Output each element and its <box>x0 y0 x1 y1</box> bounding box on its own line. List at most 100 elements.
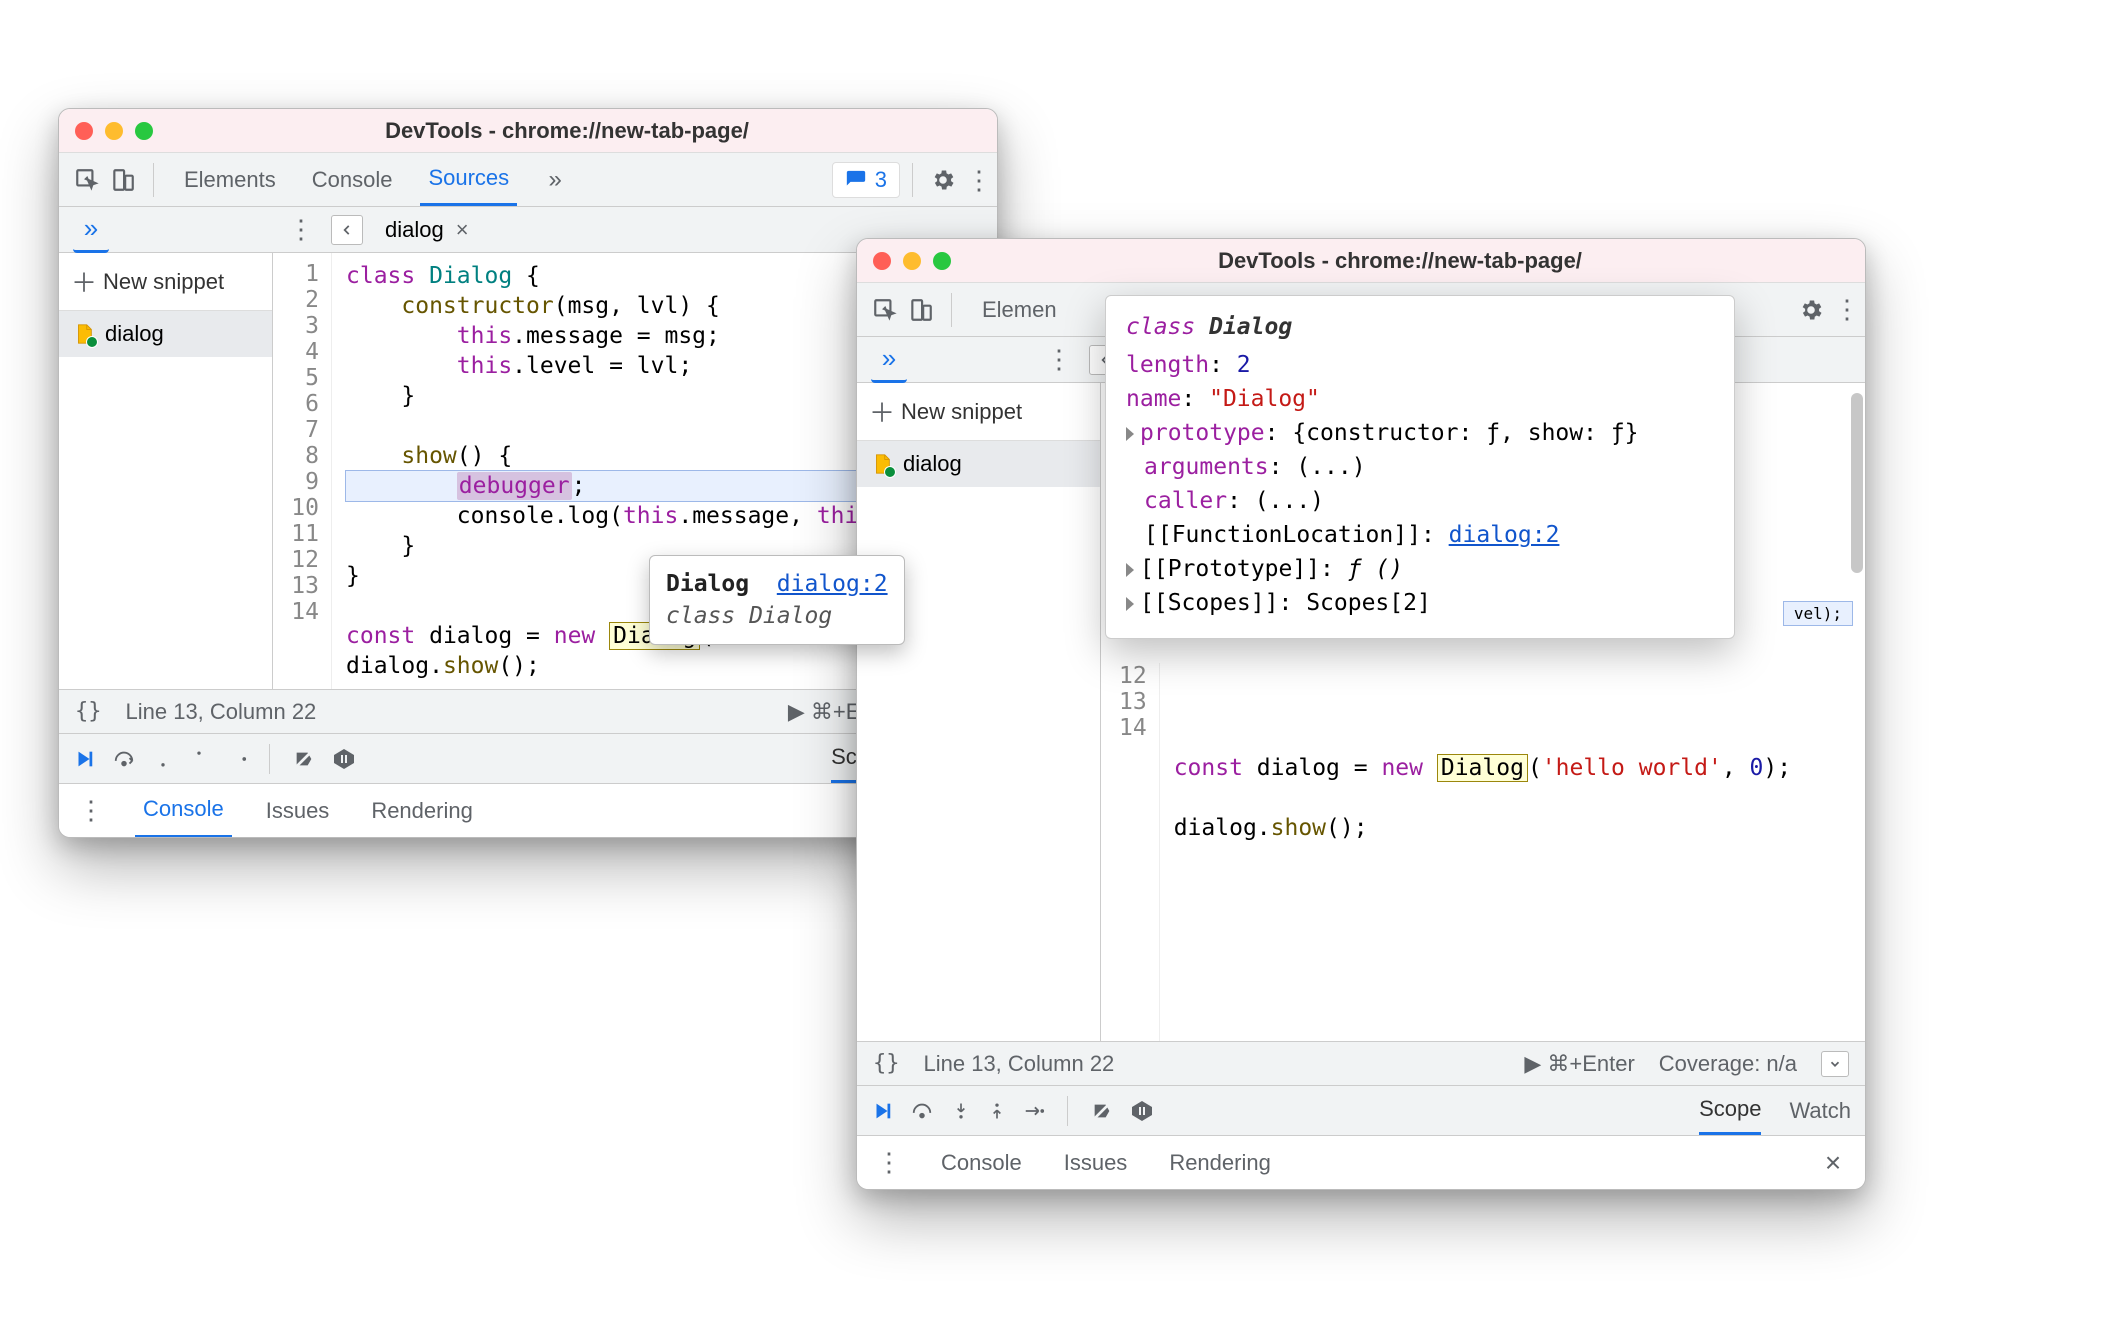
new-snippet-label: New snippet <box>103 269 224 295</box>
main-toolbar: Elements Console Sources » 3 ⋮ <box>59 153 997 207</box>
function-location-link[interactable]: dialog:2 <box>1449 522 1560 548</box>
window-minimize-button[interactable] <box>105 122 123 140</box>
sidebar-menu-icon[interactable]: ⋮ <box>283 212 319 248</box>
window-close-button[interactable] <box>873 252 891 270</box>
step-over-button[interactable] <box>111 748 137 770</box>
line-gutter: 1234567891011121314 <box>273 253 332 689</box>
deactivate-breakpoints-button[interactable] <box>1090 1100 1114 1122</box>
drawer-menu-icon[interactable]: ⋮ <box>73 793 109 829</box>
drawer-tab-console[interactable]: Console <box>933 1136 1030 1190</box>
step-over-button[interactable] <box>909 1100 935 1122</box>
drawer-tab-issues[interactable]: Issues <box>1056 1136 1136 1189</box>
snippet-item-dialog[interactable]: dialog <box>857 441 1100 487</box>
coverage-label: Coverage: n/a <box>1659 1051 1797 1077</box>
tab-sources[interactable]: Sources <box>420 153 517 206</box>
hover-subtitle: class Dialog <box>666 600 888 632</box>
debugger-toolbar: Scope Watch <box>857 1085 1865 1135</box>
popup-row-expandable[interactable]: prototype: {constructor: ƒ, show: ƒ} <box>1126 416 1714 450</box>
window-close-button[interactable] <box>75 122 93 140</box>
navigator-sidebar: ＋ New snippet dialog <box>857 383 1101 1041</box>
pause-on-exceptions-button[interactable] <box>1130 1099 1154 1123</box>
snippet-item-dialog[interactable]: dialog <box>59 311 272 357</box>
snippet-item-label: dialog <box>105 321 164 347</box>
close-icon[interactable]: × <box>456 217 469 243</box>
settings-gear-icon[interactable] <box>925 162 961 198</box>
step-button[interactable] <box>225 748 247 770</box>
hover-link[interactable]: dialog:2 <box>777 571 888 597</box>
issues-count: 3 <box>875 167 887 193</box>
sidebar-menu-icon[interactable]: ⋮ <box>1041 342 1077 378</box>
code-content[interactable]: const dialog = new Dialog('hello world',… <box>1160 663 1865 1041</box>
new-snippet-button[interactable]: ＋ New snippet <box>59 253 272 311</box>
tab-elements[interactable]: Elements <box>176 153 284 206</box>
tab-watch[interactable]: Watch <box>1789 1086 1851 1135</box>
object-preview-popup[interactable]: class Dialog length: 2 name: "Dialog" pr… <box>1105 295 1735 639</box>
step-button[interactable] <box>1023 1100 1045 1122</box>
code-line: dialog.show(); <box>1174 813 1851 843</box>
window-zoom-button[interactable] <box>135 122 153 140</box>
device-toggle-icon[interactable] <box>105 162 141 198</box>
scrollbar-thumb[interactable] <box>1851 393 1863 573</box>
hover-tooltip: Dialog dialog:2 class Dialog <box>649 555 905 645</box>
drawer-tab-rendering[interactable]: Rendering <box>363 784 481 837</box>
resume-button[interactable] <box>871 1100 893 1122</box>
cursor-position: Line 13, Column 22 <box>126 699 317 725</box>
window-title: DevTools - chrome://new-tab-page/ <box>153 118 981 144</box>
window-zoom-button[interactable] <box>933 252 951 270</box>
code-line <box>1174 693 1851 723</box>
window-minimize-button[interactable] <box>903 252 921 270</box>
coverage-dropdown-icon[interactable] <box>1821 1051 1849 1077</box>
new-snippet-button[interactable]: ＋ New snippet <box>857 383 1100 441</box>
popup-row: length: 2 <box>1126 348 1714 382</box>
line-gutter: 12 13 14 <box>1101 663 1160 1041</box>
navigator-chevron-icon[interactable]: » <box>871 337 907 383</box>
new-snippet-label: New snippet <box>901 399 1022 425</box>
step-out-button[interactable] <box>189 748 209 770</box>
tab-console[interactable]: Console <box>304 153 401 206</box>
tab-scope[interactable]: Scope <box>1699 1086 1761 1135</box>
kebab-menu-icon[interactable]: ⋮ <box>1829 292 1865 328</box>
titlebar: DevTools - chrome://new-tab-page/ <box>59 109 997 153</box>
history-back-button[interactable] <box>331 215 363 245</box>
settings-gear-icon[interactable] <box>1793 292 1829 328</box>
popup-header-keyword: class <box>1126 314 1195 340</box>
titlebar: DevTools - chrome://new-tab-page/ <box>857 239 1865 283</box>
step-into-button[interactable] <box>153 748 173 770</box>
popup-row-expandable[interactable]: [[Prototype]]: ƒ () <box>1126 552 1714 586</box>
drawer-tab-issues[interactable]: Issues <box>258 784 338 837</box>
snippet-item-label: dialog <box>903 451 962 477</box>
inspect-element-icon[interactable] <box>867 292 903 328</box>
hover-title: Dialog <box>666 571 749 597</box>
cursor-position: Line 13, Column 22 <box>924 1051 1115 1077</box>
drawer-menu-icon[interactable]: ⋮ <box>871 1145 907 1181</box>
drawer-tabs: ⋮ Console Issues Rendering × <box>857 1135 1865 1189</box>
run-shortcut: ▶ ⌘+Enter <box>1524 1051 1634 1077</box>
popup-row: caller: (...) <box>1126 484 1714 518</box>
more-tabs-chevron-icon[interactable]: » <box>537 162 573 198</box>
pretty-print-button[interactable]: {} <box>75 699 102 724</box>
drawer-tab-rendering[interactable]: Rendering <box>1161 1136 1279 1189</box>
expand-triangle-icon[interactable] <box>1126 563 1134 577</box>
popup-row-expandable[interactable]: [[Scopes]]: Scopes[2] <box>1126 586 1714 620</box>
kebab-menu-icon[interactable]: ⋮ <box>961 162 997 198</box>
pretty-print-button[interactable]: {} <box>873 1051 900 1076</box>
drawer-tab-console[interactable]: Console <box>135 784 232 838</box>
file-tab-dialog[interactable]: dialog × <box>375 213 479 247</box>
code-line: const dialog = new Dialog('hello world',… <box>1174 753 1851 783</box>
expand-triangle-icon[interactable] <box>1126 427 1134 441</box>
resume-button[interactable] <box>73 748 95 770</box>
expand-triangle-icon[interactable] <box>1126 597 1134 611</box>
tab-elements-truncated[interactable]: Elemen <box>974 283 1065 336</box>
popup-row: name: "Dialog" <box>1126 382 1714 416</box>
pause-on-exceptions-button[interactable] <box>332 747 356 771</box>
close-drawer-icon[interactable]: × <box>1815 1145 1851 1181</box>
deactivate-breakpoints-button[interactable] <box>292 748 316 770</box>
inspect-element-icon[interactable] <box>69 162 105 198</box>
navigator-chevron-icon[interactable]: » <box>73 207 109 253</box>
device-toggle-icon[interactable] <box>903 292 939 328</box>
file-tab-label: dialog <box>385 217 444 243</box>
issues-chip[interactable]: 3 <box>832 162 900 198</box>
step-into-button[interactable] <box>951 1100 971 1122</box>
editor-status-bar: {} Line 13, Column 22 ▶ ⌘+Enter Coverage… <box>857 1041 1865 1085</box>
step-out-button[interactable] <box>987 1100 1007 1122</box>
